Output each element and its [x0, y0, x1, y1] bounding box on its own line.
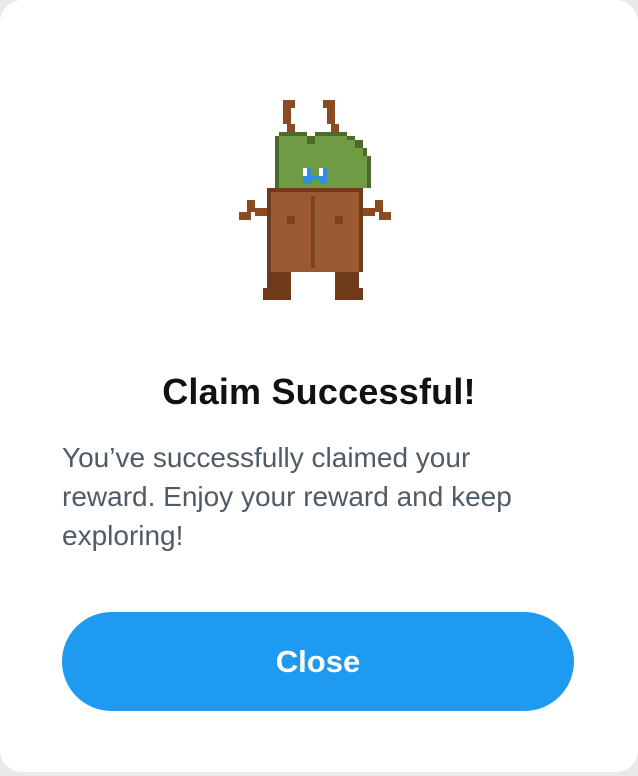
- close-button[interactable]: Close: [62, 612, 574, 711]
- modal-message: You’ve successfully claimed your reward.…: [62, 442, 512, 551]
- claim-success-modal: Claim Successful! You’ve successfully cl…: [0, 0, 638, 772]
- pixel-bug-mascot-icon: [239, 96, 399, 300]
- modal-title: Claim Successful!: [162, 371, 476, 412]
